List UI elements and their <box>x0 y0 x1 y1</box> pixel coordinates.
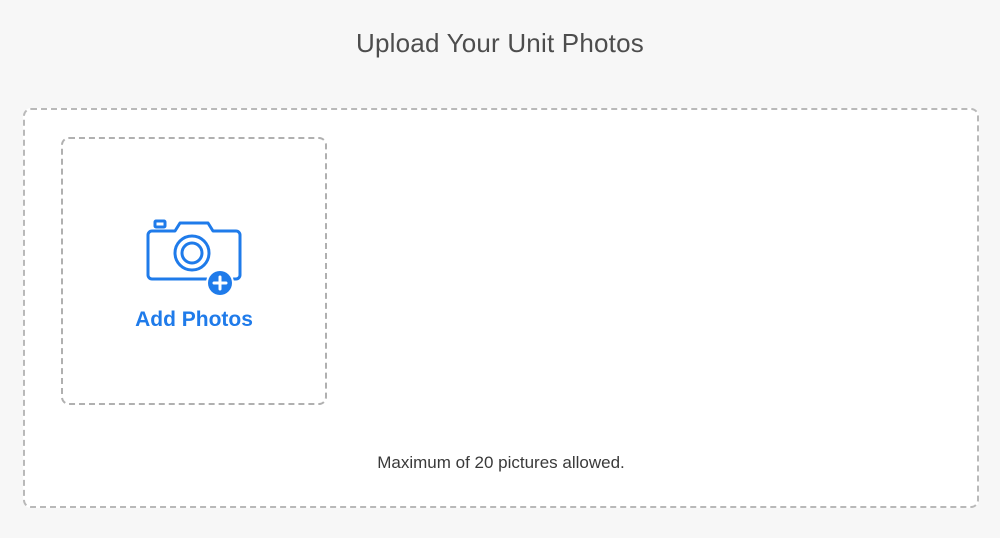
add-photos-button[interactable]: Add Photos <box>61 137 327 405</box>
photo-upload-dropzone[interactable]: Add Photos Maximum of 20 pictures allowe… <box>23 108 979 508</box>
add-photos-label: Add Photos <box>135 308 253 331</box>
camera-add-icon <box>146 219 242 297</box>
photo-limit-note: Maximum of 20 pictures allowed. <box>377 453 625 472</box>
page-title: Upload Your Unit Photos <box>356 28 644 58</box>
